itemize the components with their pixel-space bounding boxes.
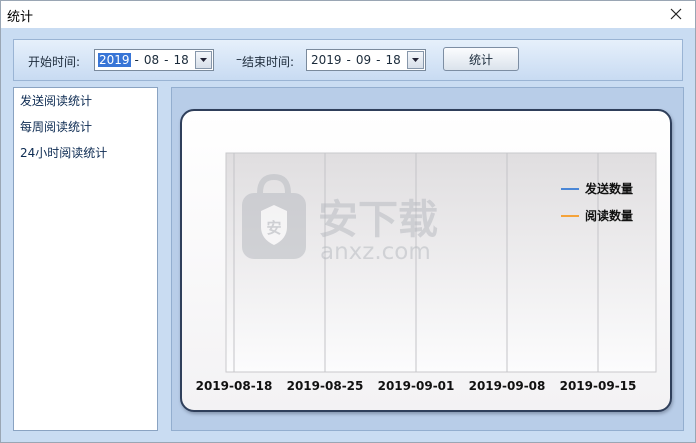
end-time-label: 结束时间: [242, 55, 295, 69]
date-separator: - [134, 53, 139, 67]
sidebar-item-weekly-read-stats[interactable]: 每周阅读统计 [20, 118, 92, 135]
date-separator: - [346, 53, 351, 67]
start-month-field[interactable]: 08 [143, 53, 160, 67]
start-date-picker[interactable]: 2019 - 08 - 18 [94, 49, 214, 71]
x-tick-label: 2019-09-15 [560, 379, 637, 393]
stats-type-list: 发送阅读统计 每周阅读统计 24小时阅读统计 [13, 87, 158, 431]
sidebar-item-24h-read-stats[interactable]: 24小时阅读统计 [20, 144, 107, 161]
end-day-field[interactable]: 18 [385, 53, 402, 67]
watermark-domain: anxz.com [320, 239, 431, 265]
chart-card: 2019-08-18 2019-08-25 2019-09-01 2019-09-08… [180, 109, 672, 412]
window-title: 统计 [7, 10, 34, 25]
stats-button[interactable]: 统计 [443, 47, 519, 71]
end-date-picker[interactable]: 2019 - 09 - 18 [306, 49, 426, 71]
legend-label: 发送数量 [584, 181, 633, 196]
start-date-dropdown-button[interactable] [195, 51, 212, 69]
start-day-field[interactable]: 18 [173, 53, 190, 67]
statistics-window: 统计 开始时间: 2019 - 08 - 18 – 结束时间: 2019 - 0… [0, 0, 696, 443]
chevron-down-icon [200, 58, 207, 62]
legend-label: 阅读数量 [585, 208, 633, 223]
chevron-down-icon [412, 58, 419, 62]
date-separator: - [376, 53, 381, 67]
close-icon [670, 8, 682, 20]
start-year-field[interactable]: 2019 [98, 53, 131, 67]
x-tick-labels: 2019-08-18 2019-08-25 2019-09-01 2019-09-08… [196, 379, 637, 393]
client-area: 开始时间: 2019 - 08 - 18 – 结束时间: 2019 - 09 -… [1, 28, 695, 442]
end-month-field[interactable]: 09 [355, 53, 372, 67]
x-tick-label: 2019-08-25 [287, 379, 364, 393]
date-range-toolbar: 开始时间: 2019 - 08 - 18 – 结束时间: 2019 - 09 -… [13, 39, 683, 81]
line-chart: 2019-08-18 2019-08-25 2019-09-01 2019-09-08… [196, 152, 657, 393]
chart-panel: 2019-08-18 2019-08-25 2019-09-01 2019-09-08… [171, 87, 684, 431]
x-tick-label: 2019-08-18 [196, 379, 273, 393]
watermark-brand: 安下载 [318, 197, 438, 243]
date-separator: - [164, 53, 169, 67]
x-tick-label: 2019-09-01 [378, 379, 455, 393]
close-button[interactable] [665, 3, 687, 25]
x-tick-label: 2019-09-08 [469, 379, 546, 393]
end-date-dropdown-button[interactable] [407, 51, 424, 69]
sidebar-item-send-read-stats[interactable]: 发送阅读统计 [20, 92, 92, 109]
start-time-label: 开始时间: [28, 55, 81, 69]
svg-text:安: 安 [266, 219, 281, 237]
end-year-field[interactable]: 2019 [310, 53, 343, 67]
title-bar: 统计 [1, 1, 695, 28]
